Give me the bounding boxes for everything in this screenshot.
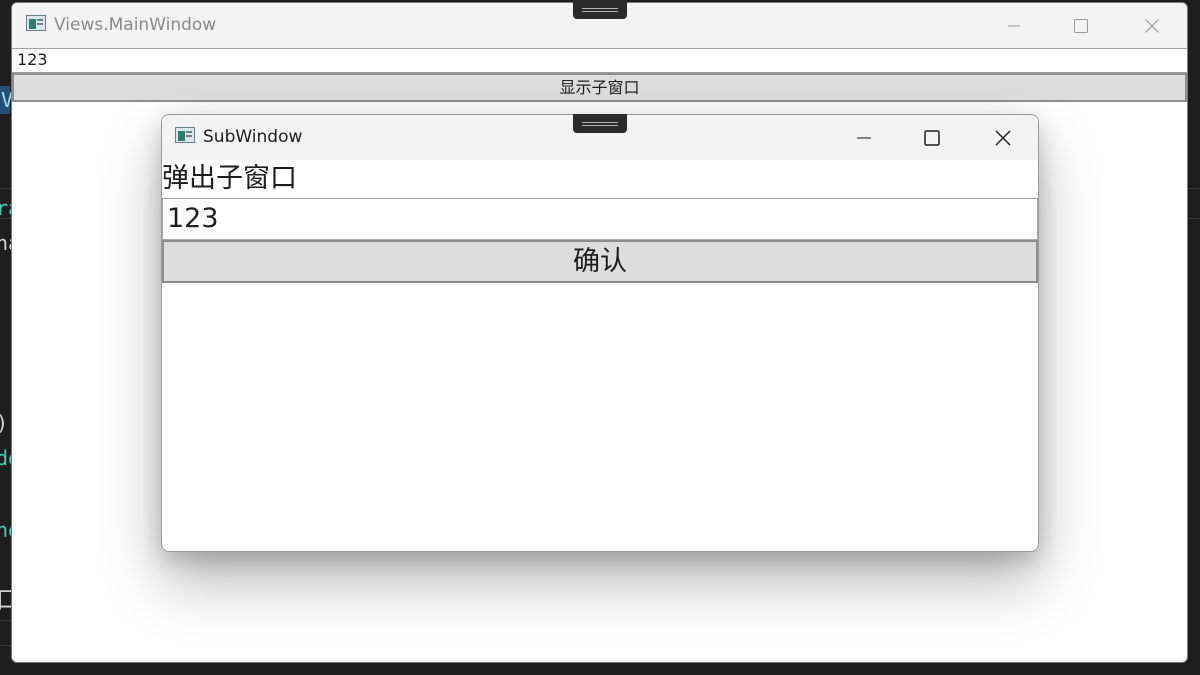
- app-window-icon: [26, 15, 46, 31]
- close-button[interactable]: [969, 115, 1037, 160]
- app-window-icon: [175, 127, 195, 143]
- editor-code-fragment: ): [0, 413, 8, 433]
- maximize-button[interactable]: [898, 115, 966, 160]
- maximize-icon: [924, 129, 940, 146]
- minimize-icon: [1008, 25, 1020, 26]
- sub-window-title: SubWindow: [203, 127, 303, 147]
- close-icon: [1145, 18, 1159, 33]
- close-icon: [995, 130, 1011, 145]
- main-window-title: Views.MainWindow: [54, 15, 217, 35]
- sub-text-input[interactable]: 123: [162, 198, 1038, 240]
- main-text-input[interactable]: 123: [12, 48, 1187, 73]
- maximize-icon: [1074, 18, 1088, 33]
- snap-layout-handle[interactable]: [573, 114, 627, 133]
- confirm-button[interactable]: 确认: [162, 240, 1038, 283]
- popup-subwindow-label: 弹出子窗口: [162, 163, 297, 194]
- sub-window: SubWindow 弹出子窗口 123 确认: [161, 114, 1039, 552]
- snap-layout-handle[interactable]: [573, 0, 627, 19]
- minimize-button[interactable]: [981, 3, 1047, 48]
- close-button[interactable]: [1119, 3, 1185, 48]
- minimize-button[interactable]: [830, 115, 898, 160]
- maximize-button[interactable]: [1048, 3, 1114, 48]
- show-subwindow-button[interactable]: 显示子窗口: [12, 73, 1187, 102]
- minimize-icon: [857, 137, 871, 138]
